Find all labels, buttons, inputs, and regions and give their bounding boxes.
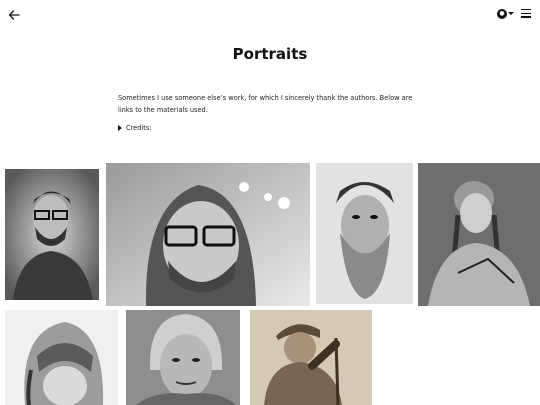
language-badge: ● <box>499 10 505 17</box>
disclosure-triangle-icon <box>118 125 122 131</box>
portrait-image-1[interactable] <box>5 169 99 300</box>
hamburger-icon <box>521 9 531 11</box>
portrait-image-4[interactable] <box>418 163 540 306</box>
intro-text: Sometimes I use someone else’s work, for… <box>118 94 413 114</box>
arrow-left-icon <box>8 10 20 20</box>
portrait-image-7[interactable] <box>250 310 372 405</box>
menu-button[interactable] <box>521 9 531 18</box>
credits-label: Credits: <box>126 124 152 132</box>
language-button[interactable]: ● <box>497 9 515 20</box>
chevron-down-icon <box>508 12 514 15</box>
portrait-image-3[interactable] <box>316 163 413 304</box>
top-bar: ● <box>0 0 540 28</box>
portrait-image-5[interactable] <box>5 310 118 405</box>
page-title: Portraits <box>232 45 308 63</box>
back-button[interactable] <box>7 7 21 21</box>
portrait-image-2[interactable] <box>106 163 310 306</box>
portrait-image-6[interactable] <box>126 310 240 405</box>
credits-toggle[interactable]: Credits: <box>118 124 152 132</box>
